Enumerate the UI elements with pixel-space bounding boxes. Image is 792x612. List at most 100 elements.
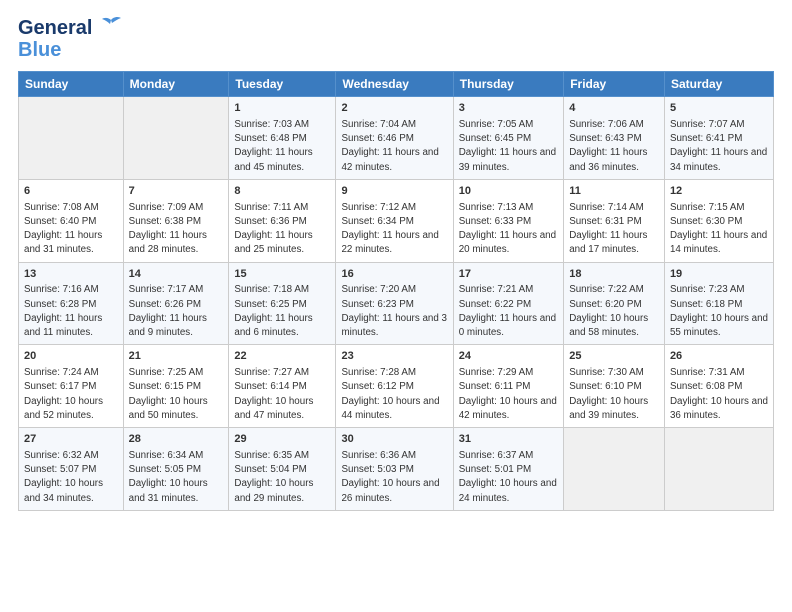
day-info: Sunrise: 7:11 AM <box>234 201 330 215</box>
day-info: Sunset: 5:03 PM <box>341 463 447 477</box>
day-info: Daylight: 10 hours and 44 minutes. <box>341 395 447 423</box>
day-number: 26 <box>670 349 768 365</box>
day-info: Daylight: 10 hours and 58 minutes. <box>569 312 659 340</box>
day-number: 19 <box>670 267 768 283</box>
day-info: Sunset: 6:30 PM <box>670 215 768 229</box>
day-info: Sunrise: 6:36 AM <box>341 449 447 463</box>
day-info: Sunset: 5:04 PM <box>234 463 330 477</box>
day-info: Sunrise: 7:15 AM <box>670 201 768 215</box>
calendar-cell: 10Sunrise: 7:13 AMSunset: 6:33 PMDayligh… <box>453 179 563 262</box>
calendar-cell <box>664 428 773 511</box>
day-number: 15 <box>234 267 330 283</box>
day-info: Sunset: 6:31 PM <box>569 215 659 229</box>
day-number: 6 <box>24 184 118 200</box>
day-info: Daylight: 11 hours and 25 minutes. <box>234 229 330 257</box>
day-info: Daylight: 11 hours and 36 minutes. <box>569 146 659 174</box>
day-info: Sunset: 6:48 PM <box>234 132 330 146</box>
day-info: Sunset: 6:15 PM <box>129 380 224 394</box>
calendar-cell: 21Sunrise: 7:25 AMSunset: 6:15 PMDayligh… <box>123 345 229 428</box>
day-info: Sunset: 6:22 PM <box>459 298 558 312</box>
day-info: Daylight: 10 hours and 47 minutes. <box>234 395 330 423</box>
day-info: Daylight: 11 hours and 17 minutes. <box>569 229 659 257</box>
calendar-cell: 30Sunrise: 6:36 AMSunset: 5:03 PMDayligh… <box>336 428 453 511</box>
day-info: Daylight: 10 hours and 52 minutes. <box>24 395 118 423</box>
day-info: Sunrise: 7:25 AM <box>129 366 224 380</box>
day-info: Sunset: 6:20 PM <box>569 298 659 312</box>
day-number: 4 <box>569 101 659 117</box>
day-number: 1 <box>234 101 330 117</box>
day-info: Sunset: 6:40 PM <box>24 215 118 229</box>
calendar-cell <box>564 428 665 511</box>
day-number: 24 <box>459 349 558 365</box>
day-number: 14 <box>129 267 224 283</box>
day-info: Daylight: 11 hours and 42 minutes. <box>341 146 447 174</box>
calendar-cell: 13Sunrise: 7:16 AMSunset: 6:28 PMDayligh… <box>19 262 124 345</box>
calendar-cell: 4Sunrise: 7:06 AMSunset: 6:43 PMDaylight… <box>564 97 665 180</box>
calendar-cell: 27Sunrise: 6:32 AMSunset: 5:07 PMDayligh… <box>19 428 124 511</box>
weekday-header: Saturday <box>664 72 773 97</box>
day-info: Daylight: 10 hours and 26 minutes. <box>341 477 447 505</box>
day-number: 3 <box>459 101 558 117</box>
day-info: Sunset: 6:10 PM <box>569 380 659 394</box>
calendar-cell: 31Sunrise: 6:37 AMSunset: 5:01 PMDayligh… <box>453 428 563 511</box>
day-info: Daylight: 11 hours and 28 minutes. <box>129 229 224 257</box>
calendar-cell: 9Sunrise: 7:12 AMSunset: 6:34 PMDaylight… <box>336 179 453 262</box>
calendar-cell: 22Sunrise: 7:27 AMSunset: 6:14 PMDayligh… <box>229 345 336 428</box>
calendar-cell: 20Sunrise: 7:24 AMSunset: 6:17 PMDayligh… <box>19 345 124 428</box>
day-info: Sunrise: 7:28 AM <box>341 366 447 380</box>
day-info: Sunrise: 7:29 AM <box>459 366 558 380</box>
day-info: Sunrise: 7:09 AM <box>129 201 224 215</box>
day-number: 11 <box>569 184 659 200</box>
day-info: Daylight: 10 hours and 24 minutes. <box>459 477 558 505</box>
calendar-cell: 18Sunrise: 7:22 AMSunset: 6:20 PMDayligh… <box>564 262 665 345</box>
day-info: Sunset: 6:11 PM <box>459 380 558 394</box>
calendar-cell: 12Sunrise: 7:15 AMSunset: 6:30 PMDayligh… <box>664 179 773 262</box>
day-number: 22 <box>234 349 330 365</box>
calendar-cell: 6Sunrise: 7:08 AMSunset: 6:40 PMDaylight… <box>19 179 124 262</box>
header: General Blue <box>18 16 774 61</box>
calendar-cell: 28Sunrise: 6:34 AMSunset: 5:05 PMDayligh… <box>123 428 229 511</box>
calendar-cell: 3Sunrise: 7:05 AMSunset: 6:45 PMDaylight… <box>453 97 563 180</box>
calendar-cell: 2Sunrise: 7:04 AMSunset: 6:46 PMDaylight… <box>336 97 453 180</box>
day-info: Sunset: 6:12 PM <box>341 380 447 394</box>
day-number: 31 <box>459 432 558 448</box>
day-info: Sunset: 6:26 PM <box>129 298 224 312</box>
day-info: Daylight: 10 hours and 36 minutes. <box>670 395 768 423</box>
day-info: Sunrise: 6:32 AM <box>24 449 118 463</box>
day-number: 17 <box>459 267 558 283</box>
day-info: Daylight: 10 hours and 55 minutes. <box>670 312 768 340</box>
logo-bird-icon <box>100 16 122 39</box>
day-info: Sunrise: 7:05 AM <box>459 118 558 132</box>
day-info: Sunrise: 7:31 AM <box>670 366 768 380</box>
day-info: Sunset: 5:01 PM <box>459 463 558 477</box>
calendar-cell: 11Sunrise: 7:14 AMSunset: 6:31 PMDayligh… <box>564 179 665 262</box>
day-info: Daylight: 10 hours and 31 minutes. <box>129 477 224 505</box>
day-number: 5 <box>670 101 768 117</box>
logo: General Blue <box>18 16 122 61</box>
day-info: Sunrise: 7:22 AM <box>569 283 659 297</box>
day-info: Sunrise: 7:21 AM <box>459 283 558 297</box>
calendar-cell: 26Sunrise: 7:31 AMSunset: 6:08 PMDayligh… <box>664 345 773 428</box>
logo-general: General <box>18 17 92 39</box>
day-info: Daylight: 11 hours and 14 minutes. <box>670 229 768 257</box>
day-info: Sunset: 5:05 PM <box>129 463 224 477</box>
calendar-cell: 5Sunrise: 7:07 AMSunset: 6:41 PMDaylight… <box>664 97 773 180</box>
calendar-week-row: 6Sunrise: 7:08 AMSunset: 6:40 PMDaylight… <box>19 179 774 262</box>
day-number: 28 <box>129 432 224 448</box>
day-info: Sunset: 6:25 PM <box>234 298 330 312</box>
calendar-cell: 19Sunrise: 7:23 AMSunset: 6:18 PMDayligh… <box>664 262 773 345</box>
day-info: Sunrise: 7:16 AM <box>24 283 118 297</box>
calendar-cell: 24Sunrise: 7:29 AMSunset: 6:11 PMDayligh… <box>453 345 563 428</box>
day-info: Sunrise: 6:34 AM <box>129 449 224 463</box>
day-number: 30 <box>341 432 447 448</box>
day-info: Sunset: 6:46 PM <box>341 132 447 146</box>
day-number: 18 <box>569 267 659 283</box>
page: General Blue SundayMondayTuesdayWednesda… <box>0 0 792 612</box>
day-number: 29 <box>234 432 330 448</box>
calendar-week-row: 1Sunrise: 7:03 AMSunset: 6:48 PMDaylight… <box>19 97 774 180</box>
day-info: Sunset: 6:38 PM <box>129 215 224 229</box>
day-number: 13 <box>24 267 118 283</box>
day-info: Sunrise: 7:13 AM <box>459 201 558 215</box>
calendar-cell: 25Sunrise: 7:30 AMSunset: 6:10 PMDayligh… <box>564 345 665 428</box>
day-info: Sunset: 6:23 PM <box>341 298 447 312</box>
